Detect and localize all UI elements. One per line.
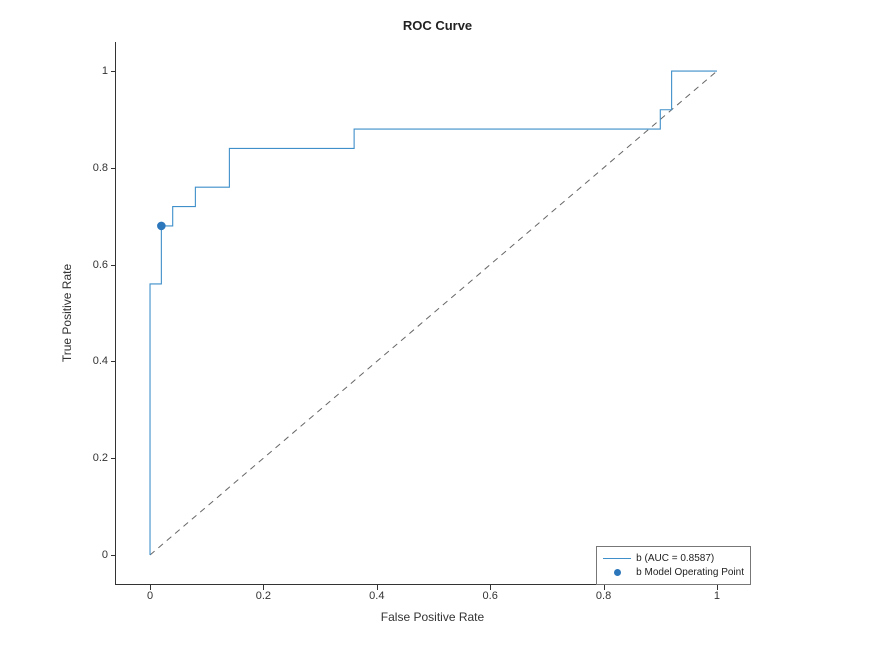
x-tick-label: 1 bbox=[714, 590, 720, 602]
y-tick-label: 0.6 bbox=[78, 259, 108, 271]
legend-line-swatch bbox=[603, 551, 631, 565]
legend-line-label: b (AUC = 0.8587) bbox=[636, 553, 714, 564]
y-tick-label: 0.2 bbox=[78, 452, 108, 464]
y-tick-mark bbox=[111, 361, 116, 362]
y-tick-mark bbox=[111, 71, 116, 72]
legend-point-label: b Model Operating Point bbox=[636, 567, 744, 578]
x-tick-label: 0.6 bbox=[483, 590, 498, 602]
x-tick-label: 0 bbox=[147, 590, 153, 602]
plot-svg bbox=[116, 42, 751, 584]
x-tick-label: 0.8 bbox=[596, 590, 611, 602]
x-tick-label: 0.4 bbox=[369, 590, 384, 602]
x-tick-label: 0.2 bbox=[256, 590, 271, 602]
legend: b (AUC = 0.8587) b Model Operating Point bbox=[596, 546, 751, 585]
operating-point-marker bbox=[158, 222, 166, 230]
y-tick-mark bbox=[111, 458, 116, 459]
y-tick-label: 0.4 bbox=[78, 355, 108, 367]
legend-point-swatch bbox=[603, 565, 631, 579]
diagonal-reference-line bbox=[150, 71, 717, 555]
y-tick-mark bbox=[111, 168, 116, 169]
y-tick-mark bbox=[111, 555, 116, 556]
y-tick-mark bbox=[111, 265, 116, 266]
legend-entry-point: b Model Operating Point bbox=[603, 565, 744, 579]
y-tick-label: 0.8 bbox=[78, 162, 108, 174]
y-axis-label: True Positive Rate bbox=[60, 42, 74, 584]
x-axis-label: False Positive Rate bbox=[115, 610, 750, 624]
legend-entry-line: b (AUC = 0.8587) bbox=[603, 551, 744, 565]
chart-title: ROC Curve bbox=[0, 18, 875, 33]
plot-area: b (AUC = 0.8587) b Model Operating Point… bbox=[115, 42, 751, 585]
roc-chart: ROC Curve b (AUC = 0.8587) b Model Opera… bbox=[0, 0, 875, 656]
y-tick-label: 0 bbox=[78, 549, 108, 561]
y-tick-label: 1 bbox=[78, 65, 108, 77]
